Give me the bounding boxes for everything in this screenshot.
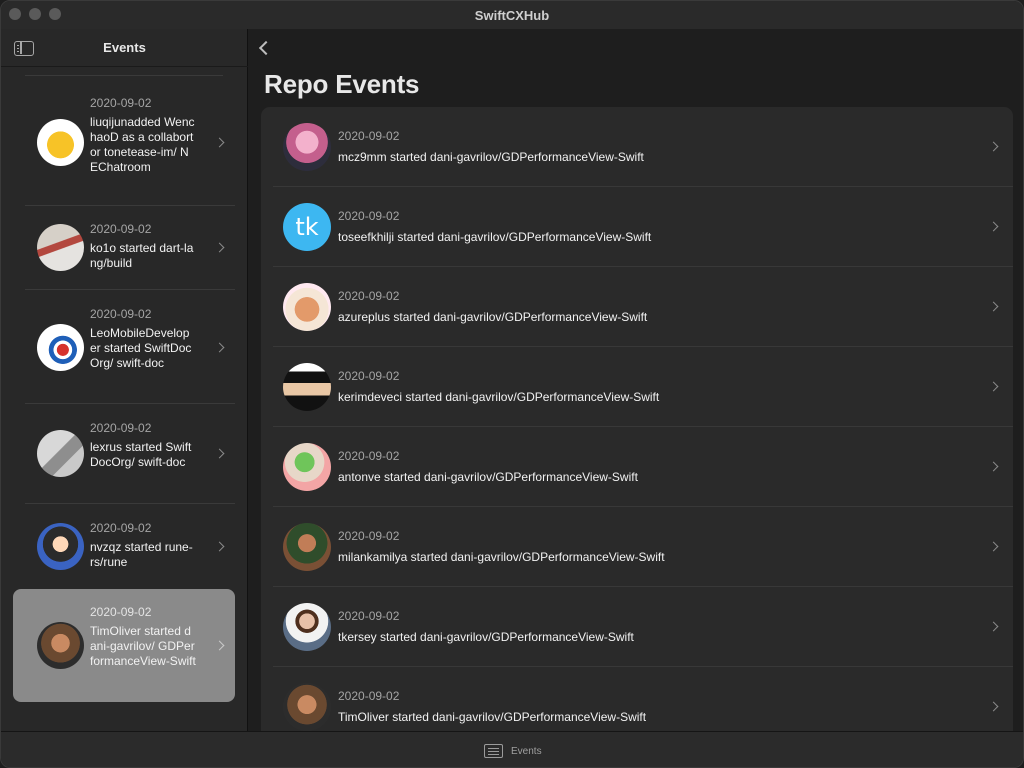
- event-date: 2020-09-02: [338, 289, 400, 303]
- chevron-right-icon: [214, 242, 225, 253]
- event-description: kerimdeveci started dani-gavrilov/GDPerf…: [338, 390, 660, 404]
- sidebar-toggle-icon[interactable]: [14, 41, 34, 56]
- repo-event-row[interactable]: 2020-09-02 mcz9mm started dani-gavrilov/…: [261, 107, 1013, 187]
- person-avatar: [37, 523, 84, 570]
- event-date: 2020-09-02: [90, 307, 152, 321]
- tab-events[interactable]: Events: [484, 744, 542, 758]
- person-avatar: [283, 523, 331, 571]
- sidebar-event-item[interactable]: 2020-09-02 liuqijunadded WenchaoD as a c…: [13, 79, 235, 206]
- sidebar-event-list[interactable]: 2020-09-02 liuqijunadded WenchaoD as a c…: [13, 67, 235, 731]
- sidebar-event-item[interactable]: 2020-09-02 lexrus started SwiftDocOrg/ s…: [13, 404, 235, 504]
- event-description: LeoMobileDeveloper started SwiftDocOrg/ …: [90, 326, 192, 370]
- close-window-button[interactable]: [9, 8, 21, 20]
- repo-events-list[interactable]: 2020-09-02 mcz9mm started dani-gavrilov/…: [261, 107, 1013, 731]
- list-divider: [25, 75, 223, 76]
- tk-avatar: tk: [283, 203, 331, 251]
- chevron-right-icon: [214, 541, 225, 552]
- event-date: 2020-09-02: [338, 689, 400, 703]
- window-title: SwiftCXHub: [474, 7, 550, 23]
- event-date: 2020-09-02: [90, 605, 152, 619]
- window-controls: [9, 8, 61, 20]
- sidebar-header: Events: [1, 29, 248, 67]
- sidebar-title: Events: [103, 40, 146, 55]
- chevron-right-icon: [214, 640, 225, 651]
- event-description: antonve started dani-gavrilov/GDPerforma…: [338, 470, 638, 484]
- title-bar: SwiftCXHub: [1, 1, 1023, 29]
- event-description: azureplus started dani-gavrilov/GDPerfor…: [338, 310, 648, 324]
- event-date: 2020-09-02: [90, 222, 152, 236]
- event-description: toseefkhilji started dani-gavrilov/GDPer…: [338, 230, 652, 244]
- chevron-right-icon: [988, 301, 999, 312]
- sidebar-event-item[interactable]: 2020-09-02 LeoMobileDeveloper started Sw…: [13, 290, 235, 404]
- person-avatar: [37, 622, 84, 669]
- main-content: Repo Events 2020-09-02 mcz9mm started da…: [249, 29, 1023, 731]
- street-avatar: [37, 224, 84, 271]
- event-description: liuqijunadded WenchaoD as a collabortor …: [90, 115, 195, 174]
- sidebar-event-item[interactable]: 2020-09-02 ko1o started dart-lang/build: [13, 206, 235, 290]
- person-avatar: [283, 603, 331, 651]
- event-description: TimOliver started dani-gavrilov/GDPerfor…: [338, 710, 647, 724]
- repo-event-row[interactable]: 2020-09-02 tkersey started dani-gavrilov…: [261, 587, 1013, 667]
- sidebar-event-item-selected[interactable]: 2020-09-02 TimOliver started dani-gavril…: [13, 589, 235, 702]
- pixel-avatar: [283, 363, 331, 411]
- event-date: 2020-09-02: [338, 529, 400, 543]
- chevron-right-icon: [988, 621, 999, 632]
- cartoon-avatar: [283, 443, 331, 491]
- chevron-right-icon: [214, 342, 225, 353]
- event-date: 2020-09-02: [338, 209, 400, 223]
- repo-event-row[interactable]: 2020-09-02 TimOliver started dani-gavril…: [261, 667, 1013, 731]
- chevron-right-icon: [988, 461, 999, 472]
- event-date: 2020-09-02: [338, 129, 400, 143]
- bird-avatar: [37, 119, 84, 166]
- chevron-right-icon: [988, 701, 999, 712]
- event-date: 2020-09-02: [90, 521, 152, 535]
- repo-event-row[interactable]: tk 2020-09-02 toseefkhilji started dani-…: [261, 187, 1013, 267]
- event-date: 2020-09-02: [90, 96, 152, 110]
- chevron-right-icon: [988, 541, 999, 552]
- event-description: mcz9mm started dani-gavrilov/GDPerforman…: [338, 150, 644, 164]
- app-window: SwiftCXHub Events 2020-09-02 liuqijunadd…: [0, 0, 1024, 768]
- event-date: 2020-09-02: [338, 449, 400, 463]
- chevron-right-icon: [988, 221, 999, 232]
- event-date: 2020-09-02: [90, 421, 152, 435]
- person-avatar: [283, 683, 331, 731]
- sidebar: Events 2020-09-02 liuqijunadded WenchaoD…: [1, 29, 248, 731]
- photo-avatar: [37, 430, 84, 477]
- repo-event-row[interactable]: 2020-09-02 milankamilya started dani-gav…: [261, 507, 1013, 587]
- event-description: ko1o started dart-lang/build: [90, 241, 194, 270]
- event-date: 2020-09-02: [338, 609, 400, 623]
- page-title: Repo Events: [264, 69, 420, 99]
- event-description: tkersey started dani-gavrilov/GDPerforma…: [338, 630, 634, 644]
- chevron-right-icon: [988, 141, 999, 152]
- event-description: TimOliver started dani-gavrilov/ GDPerfo…: [90, 624, 196, 668]
- repo-event-row[interactable]: 2020-09-02 azureplus started dani-gavril…: [261, 267, 1013, 347]
- avatar-initials: tk: [295, 213, 319, 241]
- anime-avatar: [283, 123, 331, 171]
- minimize-window-button[interactable]: [29, 8, 41, 20]
- cat-avatar: [283, 283, 331, 331]
- shield-avatar: [37, 324, 84, 371]
- event-date: 2020-09-02: [338, 369, 400, 383]
- event-description: nvzqz started rune-rs/rune: [90, 540, 193, 569]
- back-chevron-icon[interactable]: [258, 40, 274, 56]
- tab-label: Events: [511, 745, 542, 757]
- zoom-window-button[interactable]: [49, 8, 61, 20]
- chevron-right-icon: [988, 381, 999, 392]
- repo-event-row[interactable]: 2020-09-02 kerimdeveci started dani-gavr…: [261, 347, 1013, 427]
- chevron-right-icon: [214, 137, 225, 148]
- list-icon: [484, 744, 503, 758]
- event-description: milankamilya started dani-gavrilov/GDPer…: [338, 550, 665, 564]
- repo-event-row[interactable]: 2020-09-02 antonve started dani-gavrilov…: [261, 427, 1013, 507]
- sidebar-event-item[interactable]: 2020-09-02 nvzqz started rune-rs/rune: [13, 504, 235, 589]
- event-description: lexrus started SwiftDocOrg/ swift-doc: [90, 440, 192, 469]
- tab-bar: Events: [1, 731, 1023, 767]
- chevron-right-icon: [214, 448, 225, 459]
